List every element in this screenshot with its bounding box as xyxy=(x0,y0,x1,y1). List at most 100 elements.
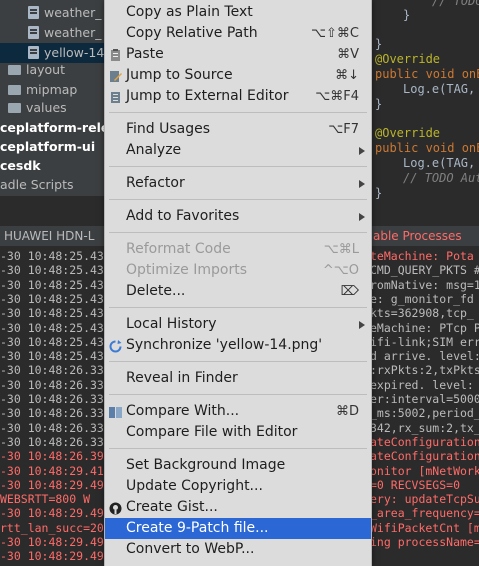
code-line: Log.e(TAG, xyxy=(403,156,476,170)
folder-icon xyxy=(8,103,21,113)
log-line-right: 342,rx_sum:2,tx_ xyxy=(370,420,479,435)
menu-item-shortcut: ⌘V xyxy=(337,47,359,62)
code-line: @Override xyxy=(375,52,441,66)
menu-item-refactor[interactable]: Refactor xyxy=(105,173,371,194)
log-line-right: =0 RECVSEGS=0 xyxy=(370,477,461,492)
tree-item-label: adle Scripts xyxy=(0,177,74,192)
menu-item-paste[interactable]: Paste ⌘V xyxy=(105,44,371,65)
tree-item-label: values xyxy=(26,100,67,115)
edit-source-icon xyxy=(109,69,122,82)
menu-item-update-copyright[interactable]: Update Copyright... xyxy=(105,476,371,497)
log-line-left: -30 10:48:25.43 xyxy=(0,349,104,364)
menu-item-local-history[interactable]: Local History xyxy=(105,314,371,335)
menu-item-add-to-favorites[interactable]: Add to Favorites xyxy=(105,206,371,227)
log-line-left: -30 10:48:26.33 xyxy=(0,377,104,392)
menu-item-shortcut: ^⌥O xyxy=(322,263,359,278)
menu-item-jump-to-source[interactable]: Jump to Source ⌘↓ xyxy=(105,65,371,86)
submenu-arrow-icon xyxy=(359,180,365,188)
menu-item-compare-file-with-editor[interactable]: Compare File with Editor xyxy=(105,422,371,443)
file-icon xyxy=(28,26,39,39)
log-line-left: -30 10:48:26.33 xyxy=(0,363,104,378)
log-line-left: -30 10:48:25.43 xyxy=(0,291,104,306)
menu-item-label: Synchronize 'yellow-14.png' xyxy=(126,337,323,353)
log-line-right: WifiPacketCnt [m xyxy=(370,520,479,535)
code-line: Log.e(TAG, xyxy=(403,82,476,96)
log-line-right: ateConfiguration xyxy=(370,449,479,464)
github-icon xyxy=(109,501,122,515)
tree-item-label: ceplatform-ui xyxy=(0,139,96,154)
log-line-right: e: g_monitor_fd xyxy=(370,291,474,306)
menu-item-jump-to-external-editor[interactable]: Jump to External Editor ⌥⌘F4 xyxy=(105,86,371,107)
menu-item-copy-as-plain-text[interactable]: Copy as Plain Text xyxy=(105,2,371,23)
menu-item-find-usages[interactable]: Find Usages ⌥F7 xyxy=(105,119,371,140)
tree-item-label: ceplatform-rele xyxy=(0,120,110,135)
code-line: } xyxy=(403,8,411,22)
menu-item-label: Paste xyxy=(126,46,164,62)
context-menu: Copy as Plain Text Copy Relative Path ⌥⇧⌘C… xyxy=(104,0,372,566)
menu-item-reveal-in-finder[interactable]: Reveal in Finder xyxy=(105,368,371,389)
sync-icon xyxy=(109,339,122,353)
log-line-right: expired. level: xyxy=(370,377,474,392)
menu-item-synchronize-yellow-14-png[interactable]: Synchronize 'yellow-14.png' xyxy=(105,335,371,356)
code-line: // TODO xyxy=(432,0,479,8)
menu-item-label: Jump to External Editor xyxy=(126,88,289,104)
menu-item-shortcut: ⌥⌘F4 xyxy=(315,89,359,104)
paste-icon xyxy=(109,48,122,61)
code-editor[interactable]: // TODO}} @Override public void onE Log.e(T… xyxy=(370,0,479,226)
external-editor-icon xyxy=(109,90,122,103)
code-line: } xyxy=(375,186,383,200)
log-line-right: ery: updateTcpSu xyxy=(370,492,479,507)
log-line-left: -30 10:48:29.49 xyxy=(0,506,104,521)
compare-icon xyxy=(109,405,122,418)
menu-separator xyxy=(109,112,367,113)
folder-icon xyxy=(8,85,21,95)
code-line: // TODO Aut xyxy=(403,171,479,185)
menu-separator xyxy=(109,361,367,362)
log-line-right: :rxPkts:2,txPkts xyxy=(370,363,479,378)
menu-item-analyze[interactable]: Analyze xyxy=(105,140,371,161)
menu-item-compare-with[interactable]: Compare With... ⌘D xyxy=(105,401,371,422)
menu-item-shortcut: ⌦ xyxy=(340,284,359,299)
menu-item-create-gist[interactable]: Create Gist... xyxy=(105,497,371,518)
menu-item-label: Compare With... xyxy=(126,403,240,419)
menu-item-label: Delete... xyxy=(126,283,186,299)
log-line-left: -30 10:48:29.41 xyxy=(0,463,104,478)
log-line-right: teMachine: Pota xyxy=(370,249,474,263)
log-line-left: -30 10:48:26.33 xyxy=(0,392,104,406)
menu-item-create-9-patch-file[interactable]: Create 9-Patch file... xyxy=(105,518,371,539)
tree-item-label: weather_ xyxy=(44,25,102,40)
code-line: } xyxy=(375,37,383,51)
process-filter-label[interactable]: able Processes xyxy=(370,226,462,246)
log-line-left: -30 10:48:26.39 xyxy=(0,449,104,464)
file-icon xyxy=(28,46,39,59)
log-line-right: er:interval=5000 xyxy=(370,392,479,406)
menu-item-copy-relative-path[interactable]: Copy Relative Path ⌥⇧⌘C xyxy=(105,23,371,44)
log-line-left: WEBSRTT=800 W xyxy=(0,492,91,507)
log-line-right: onitor [mNetWork xyxy=(370,463,479,478)
menu-separator xyxy=(109,166,367,167)
log-line-right: ing processName= xyxy=(370,535,479,549)
device-selector[interactable]: HUAWEI HDN-L xyxy=(4,226,94,246)
code-line: } xyxy=(375,97,383,111)
menu-item-label: Reveal in Finder xyxy=(126,370,238,386)
menu-separator xyxy=(109,448,367,449)
menu-item-label: Create 9-Patch file... xyxy=(126,520,269,536)
menu-item-convert-to-webp[interactable]: Convert to WebP... xyxy=(105,539,371,560)
log-line-right: kts=362908,tcp_ xyxy=(370,306,474,321)
code-line: @Override xyxy=(375,126,441,140)
menu-item-label: Analyze xyxy=(126,142,182,158)
log-line-left: -30 10:48:26.33 xyxy=(0,434,104,449)
menu-item-shortcut: ⌥⌘L xyxy=(323,242,359,257)
submenu-arrow-icon xyxy=(359,213,365,221)
menu-separator xyxy=(109,232,367,233)
menu-item-shortcut: ⌥⇧⌘C xyxy=(311,26,359,41)
log-line-left: -30 10:48:25.43 xyxy=(0,320,104,335)
log-line-left: -30 10:48:25.43 xyxy=(0,306,104,321)
menu-item-set-background-image[interactable]: Set Background Image xyxy=(105,455,371,476)
log-line-right: ifi-link;SIM err xyxy=(370,334,479,349)
log-line-right: CMD_QUERY_PKTS # xyxy=(370,263,479,278)
log-line-left: rtt_lan_succ=20 xyxy=(0,520,104,535)
tree-item-label: cesdk xyxy=(0,158,41,173)
menu-item-label: Optimize Imports xyxy=(126,262,247,278)
menu-item-delete[interactable]: Delete... ⌦ xyxy=(105,281,371,302)
